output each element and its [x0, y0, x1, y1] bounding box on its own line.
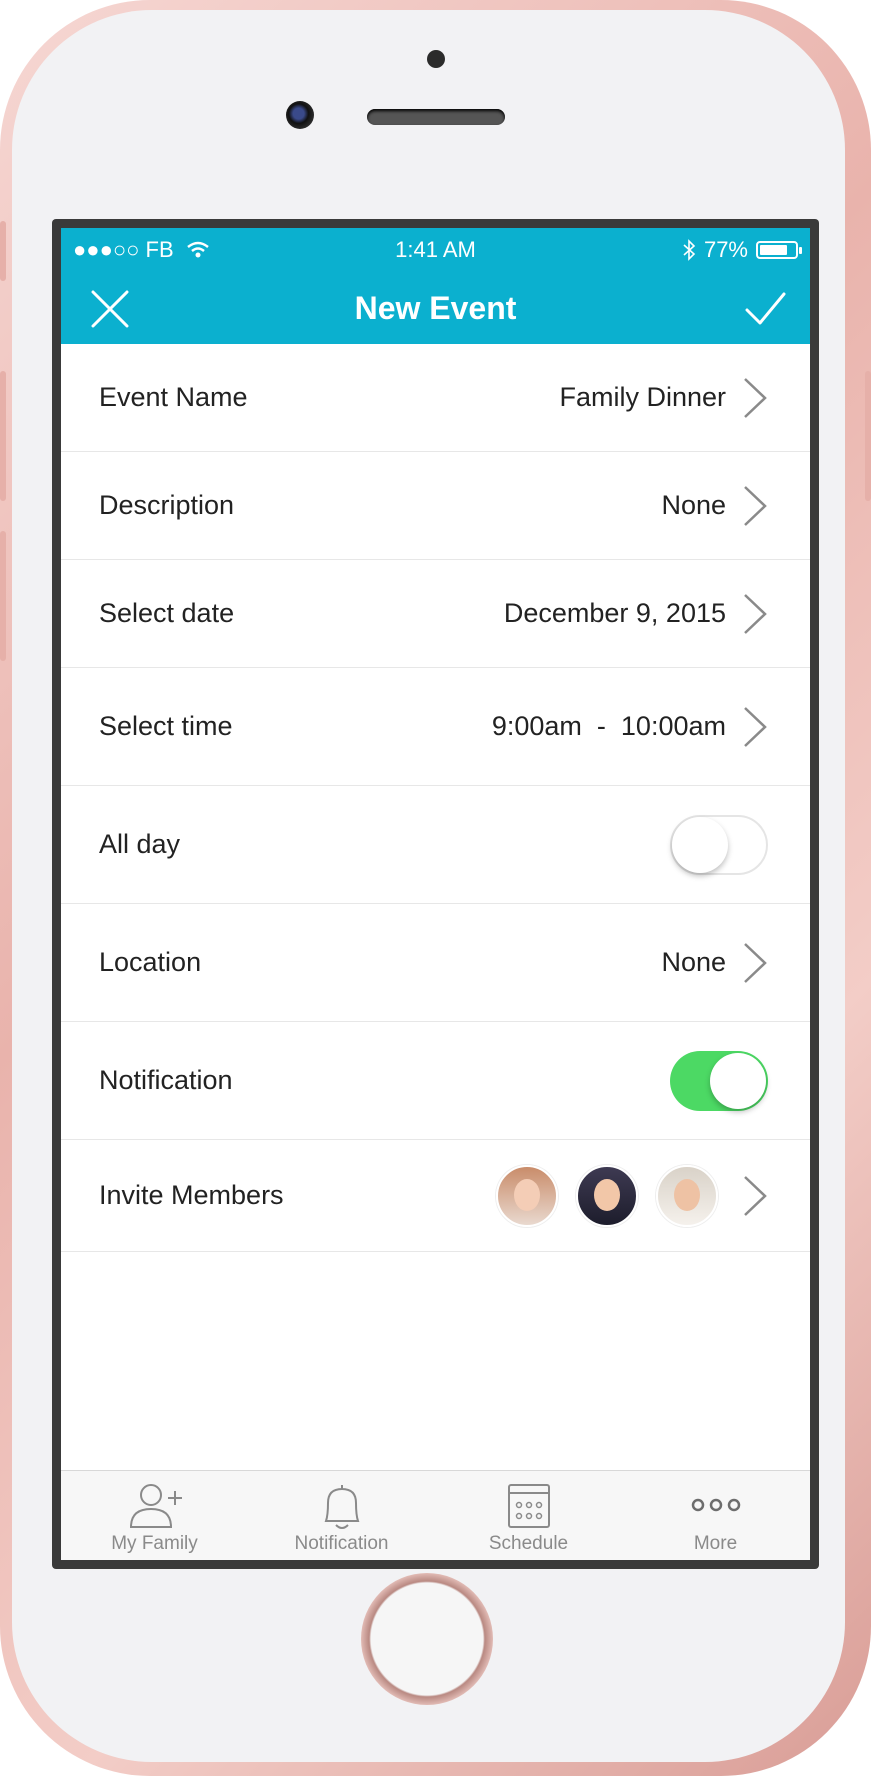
chevron-right-icon	[744, 593, 767, 634]
nav-bar: New Event	[61, 270, 810, 344]
avatar	[576, 1164, 638, 1227]
earpiece-speaker	[367, 109, 505, 125]
proximity-sensor	[427, 50, 445, 68]
tab-notification[interactable]: Notification	[248, 1471, 435, 1560]
avatar	[656, 1164, 718, 1227]
date-value: December 9, 2015	[503, 598, 726, 628]
tab-label: Notification	[294, 1533, 389, 1554]
status-bar: ●●●○○ FB 1:41 AM 77%	[61, 228, 810, 270]
status-right: 77%	[682, 237, 802, 263]
event-name-value: Family Dinner	[559, 382, 726, 412]
power-button	[865, 371, 871, 501]
avatar	[496, 1164, 558, 1227]
battery-icon	[756, 241, 802, 259]
all-day-toggle[interactable]	[670, 814, 768, 875]
tab-label: More	[693, 1533, 738, 1554]
notification-label: Notification	[99, 1065, 233, 1095]
toggle-knob	[710, 1052, 766, 1109]
location-row[interactable]: Location None	[61, 904, 810, 1022]
screen: ●●●○○ FB 1:41 AM 77% New Event Event Nam…	[61, 228, 810, 1560]
description-row[interactable]: Description None	[61, 452, 810, 560]
all-day-row: All day	[61, 786, 810, 904]
location-label: Location	[99, 947, 202, 977]
tab-more[interactable]: More	[622, 1471, 809, 1560]
time-value: 9:00am - 10:00am	[491, 711, 726, 741]
all-day-label: All day	[99, 829, 181, 859]
description-value: None	[661, 490, 726, 520]
more-dots-icon	[691, 1498, 740, 1512]
description-label: Description	[99, 490, 235, 520]
time-row[interactable]: Select time 9:00am - 10:00am	[61, 668, 810, 786]
chevron-right-icon	[744, 942, 767, 983]
notification-row: Notification	[61, 1022, 810, 1140]
bell-icon	[324, 1485, 359, 1529]
notification-toggle[interactable]	[670, 1050, 768, 1111]
front-camera	[286, 101, 314, 129]
volume-button	[0, 221, 6, 281]
chevron-right-icon	[744, 485, 767, 526]
member-avatars	[496, 1164, 718, 1227]
invite-members-label: Invite Members	[99, 1180, 284, 1210]
add-user-icon	[129, 1484, 182, 1528]
chevron-right-icon	[744, 377, 767, 418]
location-value: None	[661, 947, 726, 977]
tab-label: My Family	[111, 1533, 198, 1554]
chevron-right-icon	[744, 706, 767, 747]
volume-up-button	[0, 371, 6, 501]
checkmark-icon[interactable]	[744, 288, 786, 330]
tab-bar: My Family Notification Schedule More	[61, 1470, 810, 1560]
date-label: Select date	[99, 598, 235, 628]
volume-down-button	[0, 531, 6, 661]
invite-members-row[interactable]: Invite Members	[61, 1140, 810, 1252]
bluetooth-icon	[683, 239, 696, 261]
tab-my-family[interactable]: My Family	[61, 1471, 248, 1560]
calendar-icon	[507, 1484, 550, 1528]
home-button[interactable]	[361, 1573, 493, 1705]
tab-label: Schedule	[488, 1533, 569, 1554]
page-title: New Event	[354, 290, 517, 326]
chevron-right-icon	[744, 1175, 767, 1216]
battery-percent: 77%	[703, 237, 748, 262]
event-name-label: Event Name	[99, 382, 248, 412]
tab-schedule[interactable]: Schedule	[435, 1471, 622, 1560]
event-name-row[interactable]: Event Name Family Dinner	[61, 344, 810, 452]
toggle-knob	[672, 816, 728, 873]
date-row[interactable]: Select date December 9, 2015	[61, 560, 810, 668]
time-label: Select time	[99, 711, 233, 741]
